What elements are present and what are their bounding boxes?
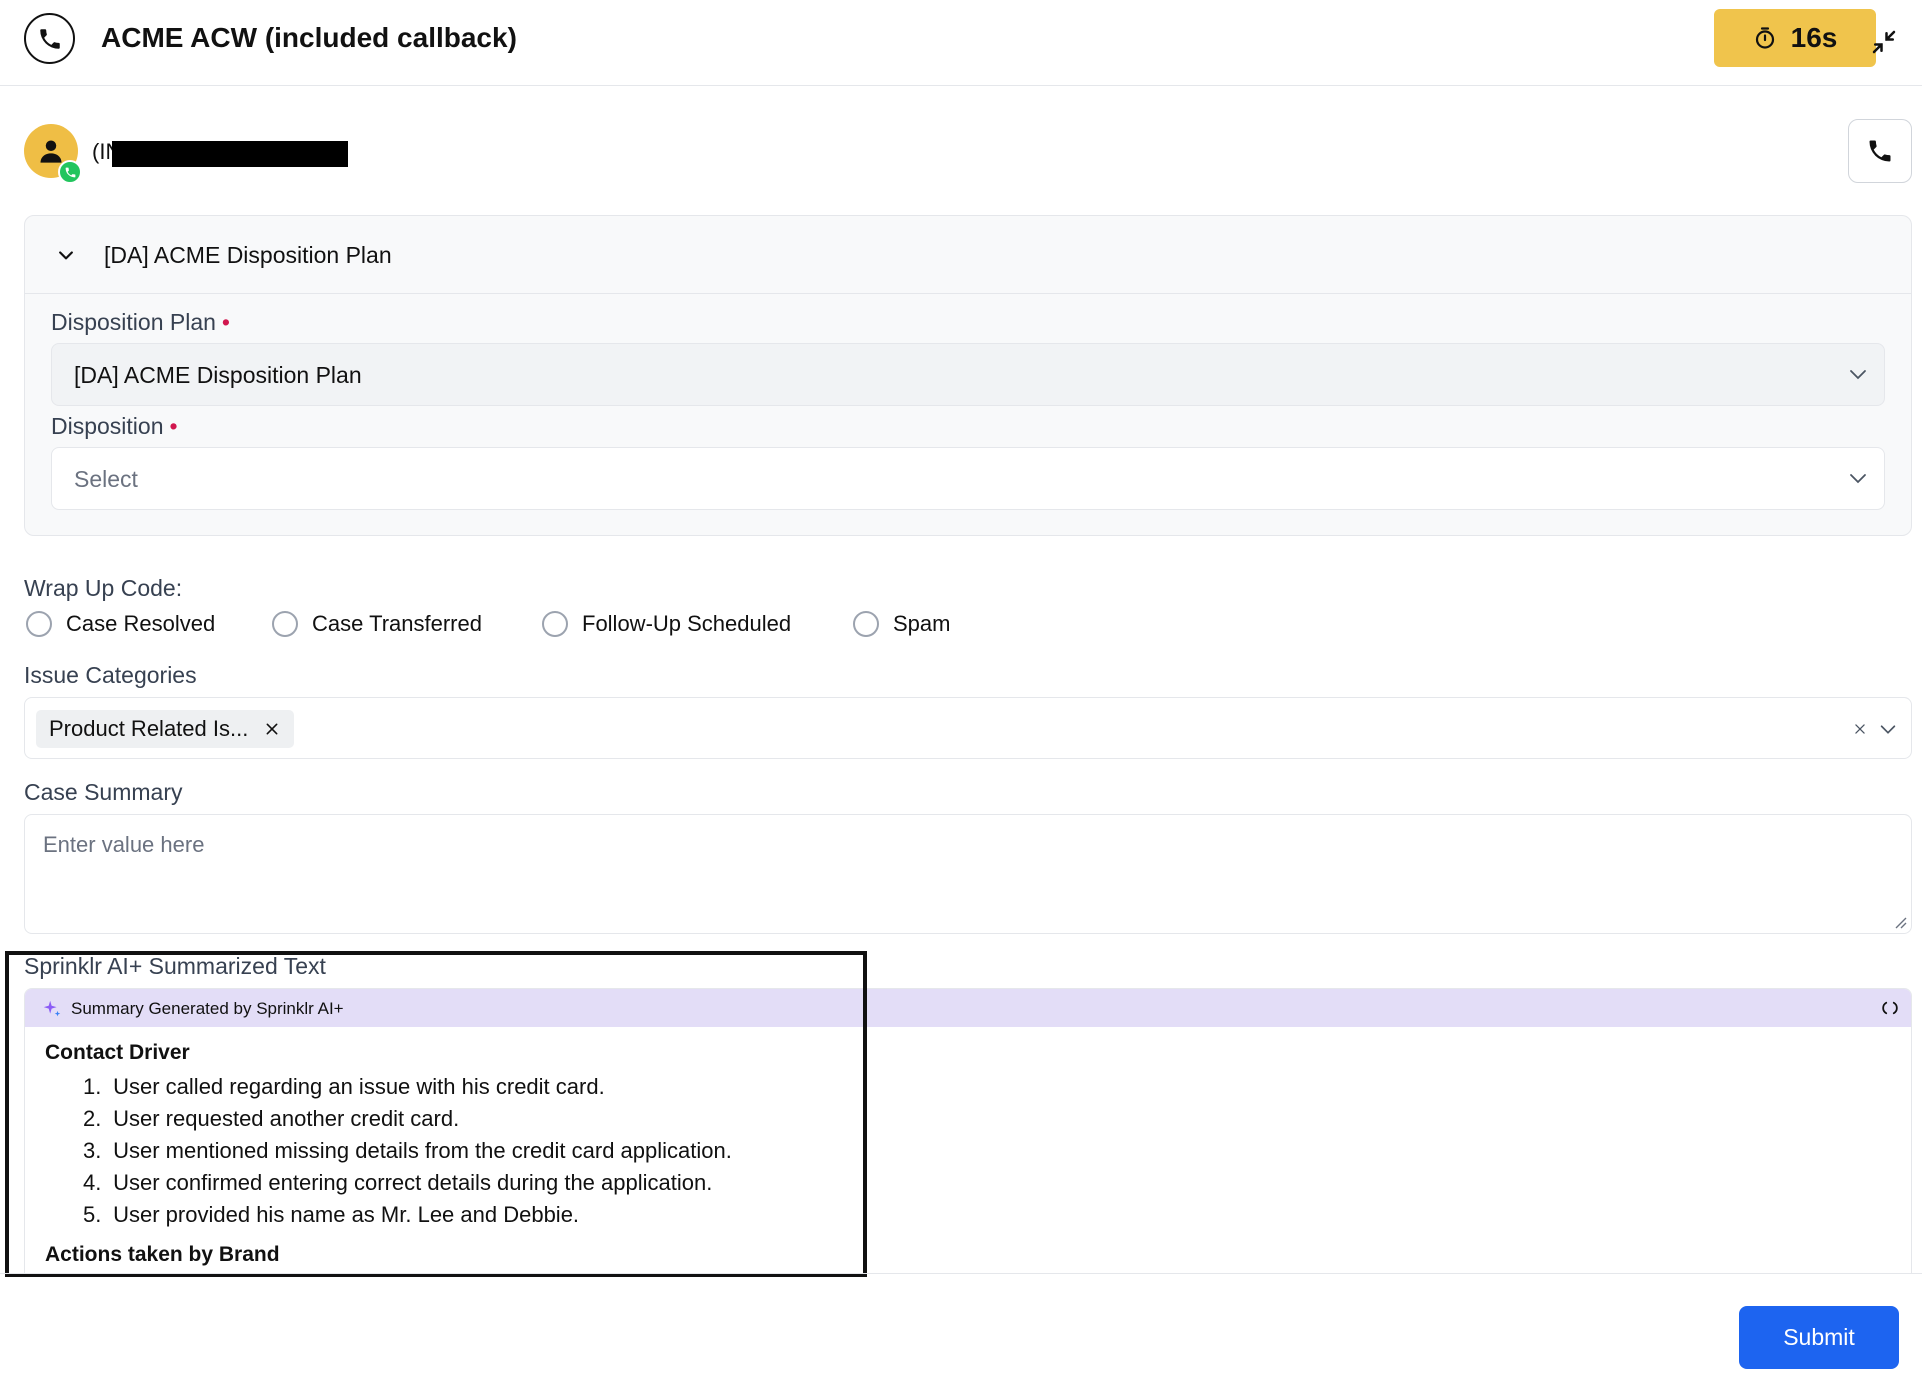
- ai-summary-label: Sprinklr AI+ Summarized Text: [24, 953, 326, 979]
- chevron-down-icon[interactable]: [51, 240, 81, 270]
- chevron-down-icon[interactable]: [1875, 716, 1901, 742]
- chevron-down-icon: [1850, 370, 1866, 380]
- disposition-card-header[interactable]: [DA] ACME Disposition Plan: [25, 216, 1911, 294]
- wrap-up-label: Wrap Up Code:: [24, 575, 183, 601]
- list-item: 2. User requested another credit card.: [83, 1106, 460, 1131]
- resize-handle-icon[interactable]: [1892, 914, 1908, 930]
- disposition-label: Disposition •: [51, 413, 178, 439]
- radio-button[interactable]: [542, 611, 568, 637]
- radio-button[interactable]: [26, 611, 52, 637]
- refresh-icon[interactable]: [1881, 999, 1899, 1017]
- required-mark: •: [221, 309, 230, 335]
- user-icon: [40, 140, 62, 163]
- case-summary-placeholder: Enter value here: [43, 832, 205, 857]
- disposition-select[interactable]: Select: [51, 447, 1885, 510]
- radio-button[interactable]: [853, 611, 879, 637]
- ai-summary-panel: Summary Generated by Sprinklr AI+ Contac…: [24, 988, 1912, 1274]
- clear-icon[interactable]: [1847, 716, 1873, 742]
- header-bar: ACME ACW (included callback) 16s: [0, 0, 1922, 86]
- disposition-plan-select[interactable]: [DA] ACME Disposition Plan: [51, 343, 1885, 406]
- contact-driver-list: 1. User called regarding an issue with h…: [45, 1071, 732, 1231]
- timer-value: 16s: [1790, 22, 1838, 53]
- case-summary-input[interactable]: Enter value here: [24, 814, 1912, 934]
- list-item: 1. User called regarding an issue with h…: [83, 1074, 605, 1099]
- list-item: 3. User mentioned missing details from t…: [83, 1138, 732, 1163]
- list-item: 4. User confirmed entering correct detai…: [83, 1170, 713, 1195]
- disposition-plan-label: Disposition Plan •: [51, 309, 230, 335]
- category-chip-label: Product Related Is...: [49, 716, 249, 741]
- close-icon[interactable]: [264, 721, 280, 737]
- phone-icon: [1869, 140, 1891, 162]
- list-item: 5. User provided his name as Mr. Lee and…: [83, 1202, 580, 1227]
- collapse-button[interactable]: [1864, 22, 1904, 62]
- radio-button[interactable]: [272, 611, 298, 637]
- required-mark: •: [169, 413, 178, 439]
- disposition-placeholder: Select: [74, 466, 138, 492]
- radio-case-resolved[interactable]: Case Resolved: [26, 611, 215, 637]
- radio-follow-up-scheduled[interactable]: Follow-Up Scheduled: [542, 611, 791, 637]
- ai-summary-body: Contact Driver 1. User called regarding …: [45, 1041, 732, 1267]
- disposition-card-title: [DA] ACME Disposition Plan: [104, 242, 392, 268]
- collapse-arrows-icon: [1872, 30, 1896, 54]
- chevron-down-icon: [1850, 474, 1866, 484]
- sparkle-icon: [43, 1000, 61, 1017]
- phone-badge-icon: [58, 160, 82, 184]
- stopwatch-icon: [1755, 27, 1774, 49]
- phone-icon: [24, 13, 75, 64]
- contact-driver-heading: Contact Driver: [45, 1041, 190, 1064]
- call-button[interactable]: [1848, 119, 1912, 183]
- page-title: ACME ACW (included callback): [101, 22, 517, 53]
- disposition-card: [DA] ACME Disposition Plan Disposition P…: [24, 215, 1912, 536]
- footer-divider: [0, 1273, 1922, 1274]
- actions-taken-heading: Actions taken by Brand: [45, 1243, 280, 1266]
- redaction-block: [112, 141, 348, 167]
- ai-summary-banner-text: Summary Generated by Sprinklr AI+: [71, 999, 344, 1018]
- ai-summary-banner: Summary Generated by Sprinklr AI+: [25, 989, 1911, 1027]
- disposition-plan-value: [DA] ACME Disposition Plan: [74, 362, 362, 388]
- case-summary-label: Case Summary: [24, 779, 183, 805]
- issue-categories-select[interactable]: Product Related Is...: [24, 697, 1912, 759]
- timer-badge: 16s: [1714, 9, 1876, 67]
- submit-button[interactable]: Submit: [1739, 1306, 1899, 1369]
- category-chip: Product Related Is...: [36, 710, 295, 748]
- radio-spam[interactable]: Spam: [853, 611, 950, 637]
- issue-categories-label: Issue Categories: [24, 662, 197, 688]
- radio-case-transferred[interactable]: Case Transferred: [272, 611, 482, 637]
